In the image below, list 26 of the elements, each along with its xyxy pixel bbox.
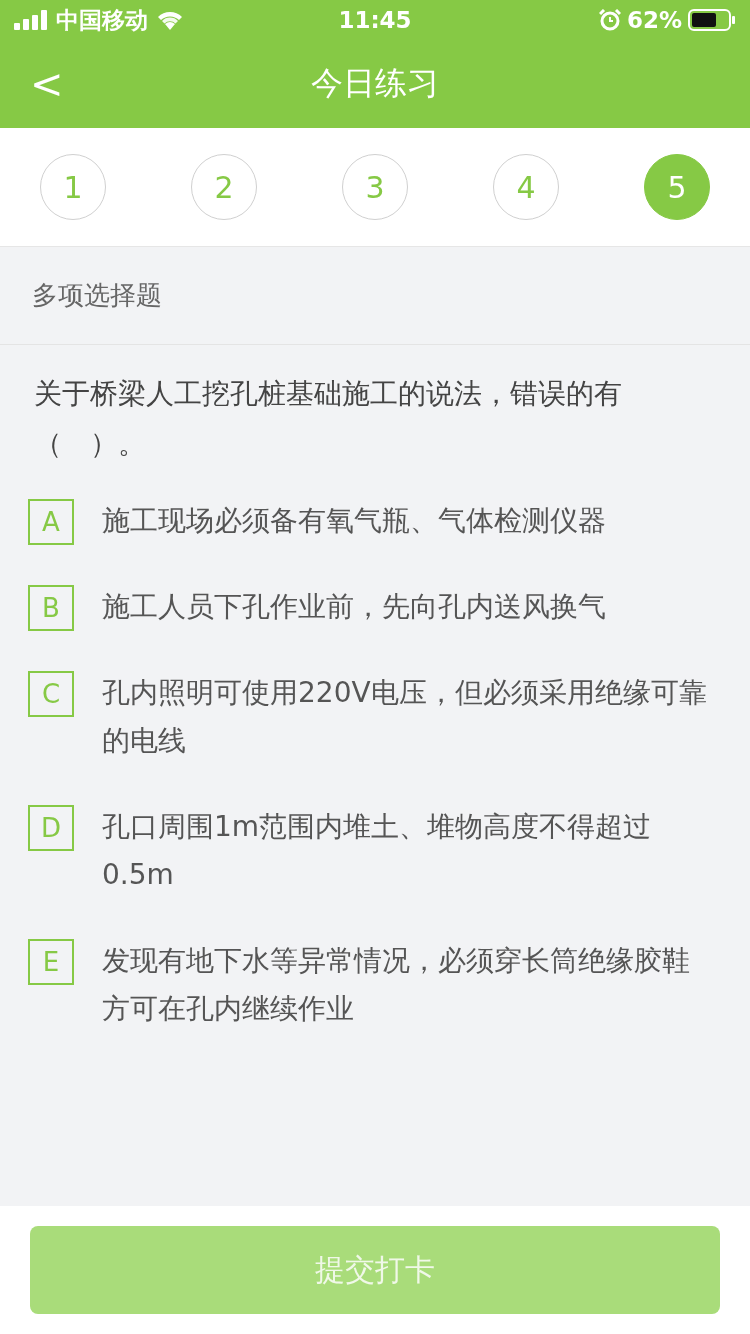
question-step[interactable]: 4 [493, 154, 559, 220]
wifi-icon [156, 10, 184, 30]
option-letter-box[interactable]: B [28, 585, 74, 631]
question-type: 多项选择题 [32, 279, 162, 312]
clock-time: 11:45 [338, 7, 412, 33]
option-letter-box[interactable]: C [28, 671, 74, 717]
option-text[interactable]: 发现有地下水等异常情况，必须穿长筒绝缘胶鞋方可在孔内继续作业 [102, 937, 714, 1033]
battery-icon [688, 9, 736, 31]
question-step[interactable]: 3 [342, 154, 408, 220]
question-step[interactable]: 2 [191, 154, 257, 220]
question-step[interactable]: 1 [40, 154, 106, 220]
option-text[interactable]: 孔内照明可使用220V电压，但必须采用绝缘可靠的电线 [102, 669, 714, 765]
back-button[interactable]: < [22, 58, 72, 110]
option-text[interactable]: 孔口周围1m范围内堆土、堆物高度不得超过0.5m [102, 803, 714, 899]
alarm-icon [598, 9, 621, 31]
option-text[interactable]: 施工现场必须备有氧气瓶、气体检测仪器 [102, 497, 606, 545]
carrier-name: 中国移动 [56, 5, 148, 35]
signal-icon [14, 10, 48, 30]
option-letter-box[interactable]: D [28, 805, 74, 851]
question-text: 关于桥梁人工挖孔桩基础施工的说法，错误的有（ ）。 [33, 376, 623, 462]
battery-percent: 62% [626, 7, 682, 33]
page-title: 今日练习 [311, 63, 439, 104]
option-text[interactable]: 施工人员下孔作业前，先向孔内送风换气 [102, 583, 606, 631]
question-step[interactable]: 5 [644, 154, 710, 220]
option-letter-box[interactable]: A [28, 499, 74, 545]
option-letter-box[interactable]: E [28, 939, 74, 985]
